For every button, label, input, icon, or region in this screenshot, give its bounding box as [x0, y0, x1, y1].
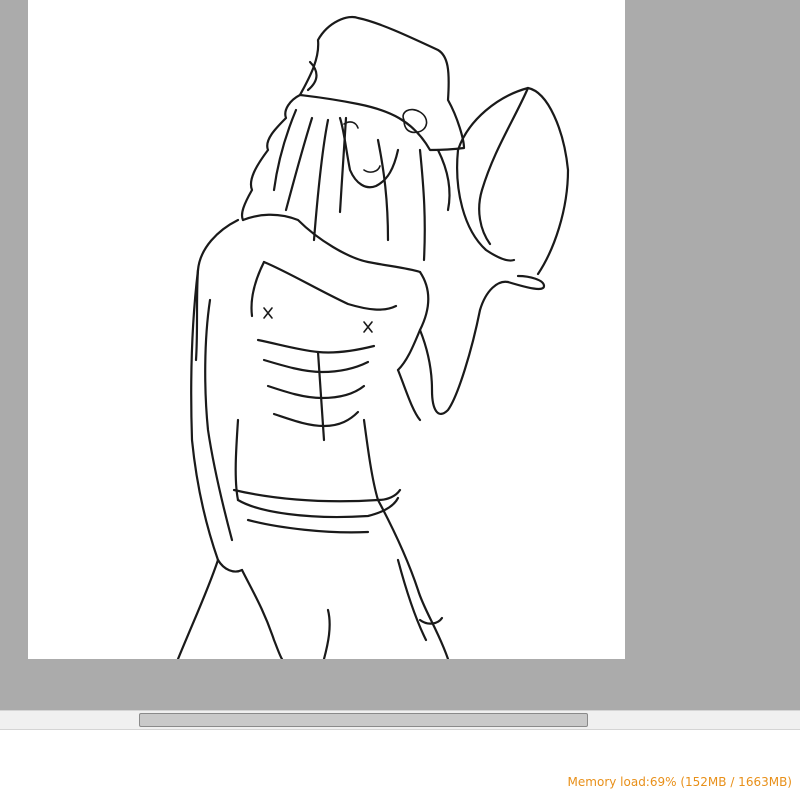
horizontal-scrollbar-thumb[interactable] — [139, 713, 588, 727]
horizontal-scrollbar[interactable] — [0, 710, 800, 730]
status-bar: Memory load:69% (152MB / 1663MB) — [0, 730, 800, 803]
memory-load-label: Memory load:69% (152MB / 1663MB) — [567, 775, 792, 789]
sketch-drawing — [176, 15, 570, 659]
canvas-workspace[interactable] — [0, 0, 800, 710]
drawing-canvas[interactable] — [28, 0, 625, 659]
